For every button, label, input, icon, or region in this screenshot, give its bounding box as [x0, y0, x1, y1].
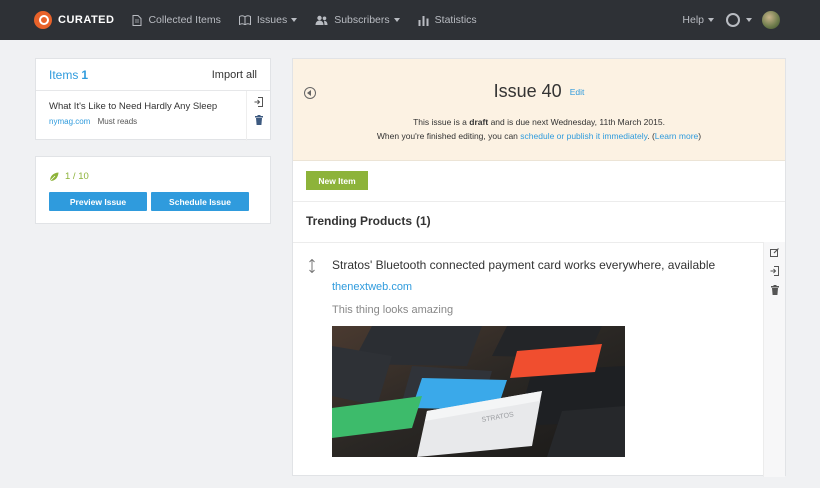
nav-issues-label: Issues	[256, 14, 288, 26]
progress-count: 1 / 10	[65, 171, 89, 182]
nav-subscribers-label: Subscribers	[334, 14, 390, 26]
avatar[interactable]	[762, 11, 780, 29]
items-header: Items 1 Import all	[36, 59, 270, 91]
book-icon	[238, 15, 251, 25]
bar-chart-icon	[418, 15, 429, 26]
settings-menu[interactable]	[726, 13, 752, 27]
issue-title-text: Issue 40	[493, 81, 562, 101]
issue-publish-text: When you're finished editing, you can sc…	[293, 131, 785, 141]
sign-in-icon[interactable]	[254, 97, 263, 107]
edit-issue-link[interactable]: Edit	[570, 87, 585, 97]
learn-more-link[interactable]: Learn more	[655, 131, 698, 141]
leaf-icon	[49, 172, 59, 181]
issue-status-text: This issue is a draft and is due next We…	[293, 117, 785, 127]
status-pre: This issue is a	[413, 117, 467, 127]
section-count: (1)	[416, 214, 431, 228]
new-item-button[interactable]: New Item	[306, 171, 368, 190]
chevron-down-icon	[393, 18, 400, 22]
item-source-link[interactable]: nymag.com	[49, 117, 90, 126]
items-title: Items 1	[49, 68, 88, 82]
issue-header: Issue 40 Edit This issue is a draft and i…	[293, 59, 785, 161]
chevron-down-icon	[291, 18, 298, 22]
issue-title: Issue 40 Edit	[293, 81, 785, 102]
help-menu[interactable]: Help	[682, 14, 714, 26]
items-panel: Items 1 Import all What It's Like to Need…	[35, 58, 271, 141]
section-title-text: Trending Products	[306, 214, 413, 228]
brand[interactable]: CURATED	[34, 11, 114, 29]
help-label: Help	[682, 14, 704, 26]
status-draft: draft	[469, 117, 489, 127]
publish-mid: . (	[647, 131, 655, 141]
issue-editor: Issue 40 Edit This issue is a draft and i…	[292, 58, 786, 477]
status-post: and is due next Wednesday, 11th March 20…	[490, 117, 665, 127]
top-navbar: CURATED Collected Items Issues Subscribe…	[0, 0, 820, 40]
import-all-link[interactable]: Import all	[212, 69, 257, 81]
schedule-issue-button[interactable]: Schedule Issue	[151, 192, 249, 211]
chevron-down-icon	[708, 18, 714, 22]
drag-handle-icon[interactable]	[309, 259, 315, 273]
item-meta: nymag.com Must reads	[49, 117, 257, 126]
progress: 1 / 10	[49, 171, 89, 182]
item-tag: Must reads	[97, 117, 138, 126]
progress-panel: 1 / 10 Preview Issue Schedule Issue	[35, 156, 271, 224]
entry-source-link[interactable]: thenextweb.com	[332, 281, 412, 293]
nav-collected-items[interactable]: Collected Items	[132, 14, 221, 26]
entry-comment: This thing looks amazing	[332, 304, 454, 316]
curated-logo-icon	[34, 11, 52, 29]
edit-icon[interactable]	[770, 248, 779, 257]
list-item[interactable]: What It's Like to Need Hardly Any Sleep …	[36, 91, 270, 141]
entry-image: STRATOS	[332, 326, 625, 457]
gear-icon	[726, 13, 740, 27]
item-actions	[246, 91, 270, 141]
document-icon	[132, 14, 142, 26]
nav-right: Help	[682, 0, 820, 40]
items-title-label: Items	[49, 67, 79, 82]
publish-post: )	[698, 131, 702, 141]
section-title[interactable]: Trending Products (1)	[306, 214, 431, 228]
trash-icon[interactable]	[254, 115, 263, 125]
divider	[293, 242, 785, 243]
items-count: 1	[81, 67, 89, 82]
preview-issue-button[interactable]: Preview Issue	[49, 192, 147, 211]
users-icon	[315, 15, 328, 25]
entry-actions	[763, 242, 785, 477]
publish-pre: When you're finished editing, you can	[376, 131, 518, 141]
schedule-publish-link[interactable]: schedule or publish it immediately	[520, 131, 647, 141]
nav-collected-items-label: Collected Items	[148, 14, 221, 26]
nav-statistics[interactable]: Statistics	[418, 14, 477, 26]
nav-issues[interactable]: Issues	[238, 14, 298, 26]
sign-in-icon[interactable]	[770, 266, 779, 276]
nav-subscribers[interactable]: Subscribers	[315, 14, 400, 26]
divider	[293, 201, 785, 202]
brand-name: CURATED	[58, 14, 115, 26]
chevron-down-icon	[746, 18, 752, 22]
trash-icon[interactable]	[770, 285, 779, 295]
nav-statistics-label: Statistics	[434, 14, 477, 26]
item-title[interactable]: What It's Like to Need Hardly Any Sleep	[49, 101, 257, 112]
entry-title[interactable]: Stratos' Bluetooth connected payment car…	[332, 258, 715, 272]
